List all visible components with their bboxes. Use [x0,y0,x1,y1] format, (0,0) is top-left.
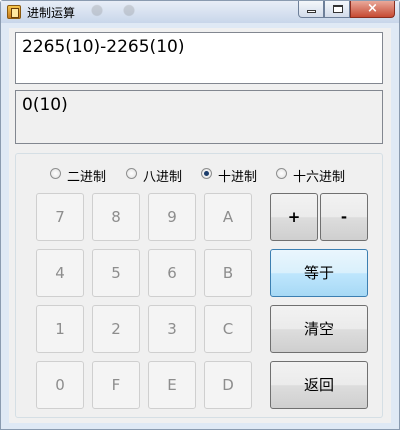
window-title: 进制运算 [27,6,76,20]
key-8[interactable]: 8 [92,193,140,241]
maximize-button[interactable] [324,1,350,18]
clear-button[interactable]: 清空 [270,305,368,353]
expression-display[interactable]: 2265(10)-2265(10) [15,32,383,84]
key-1[interactable]: 1 [36,305,84,353]
key-e[interactable]: E [148,361,196,409]
key-0[interactable]: 0 [36,361,84,409]
key-4[interactable]: 4 [36,249,84,297]
key-f[interactable]: F [92,361,140,409]
app-icon [7,5,21,19]
key-6[interactable]: 6 [148,249,196,297]
background-blur-icon [89,4,105,20]
title-bar[interactable]: 进制运算 × [1,1,399,23]
radio-label: 十六进制 [293,170,346,185]
minimize-icon [307,10,316,13]
close-icon: × [367,1,378,16]
key-7[interactable]: 7 [36,193,84,241]
minimize-button[interactable] [298,1,324,18]
key-9[interactable]: 9 [148,193,196,241]
key-5[interactable]: 5 [92,249,140,297]
key-3[interactable]: 3 [148,305,196,353]
plus-button[interactable]: + [270,193,318,241]
background-blur-icon [121,4,137,20]
maximize-icon [333,5,343,13]
minus-button[interactable]: - [320,193,368,241]
radio-label: 二进制 [67,170,107,185]
key-2[interactable]: 2 [92,305,140,353]
radio-dot-selected [201,168,212,179]
radio-label: 十进制 [218,170,258,185]
key-a[interactable]: A [204,193,252,241]
close-button[interactable]: × [350,1,395,18]
radio-dot [50,168,61,179]
key-b[interactable]: B [204,249,252,297]
key-d[interactable]: D [204,361,252,409]
keypad-panel: 二进制 八进制 十进制 十六进制 7 8 9 A 4 5 6 B 1 2 3 C… [15,153,383,418]
radio-dot [276,168,287,179]
key-c[interactable]: C [204,305,252,353]
radio-label: 八进制 [143,170,183,185]
back-button[interactable]: 返回 [270,361,368,409]
result-display: 0(10) [15,90,383,144]
client-area: 2265(10)-2265(10) 0(10) 二进制 八进制 十进制 十六进制… [9,28,391,423]
equals-button[interactable]: 等于 [270,249,368,297]
calculator-window: 进制运算 × 2265(10)-2265(10) 0(10) 二进制 八进制 十… [0,0,400,430]
radio-dot [126,168,137,179]
